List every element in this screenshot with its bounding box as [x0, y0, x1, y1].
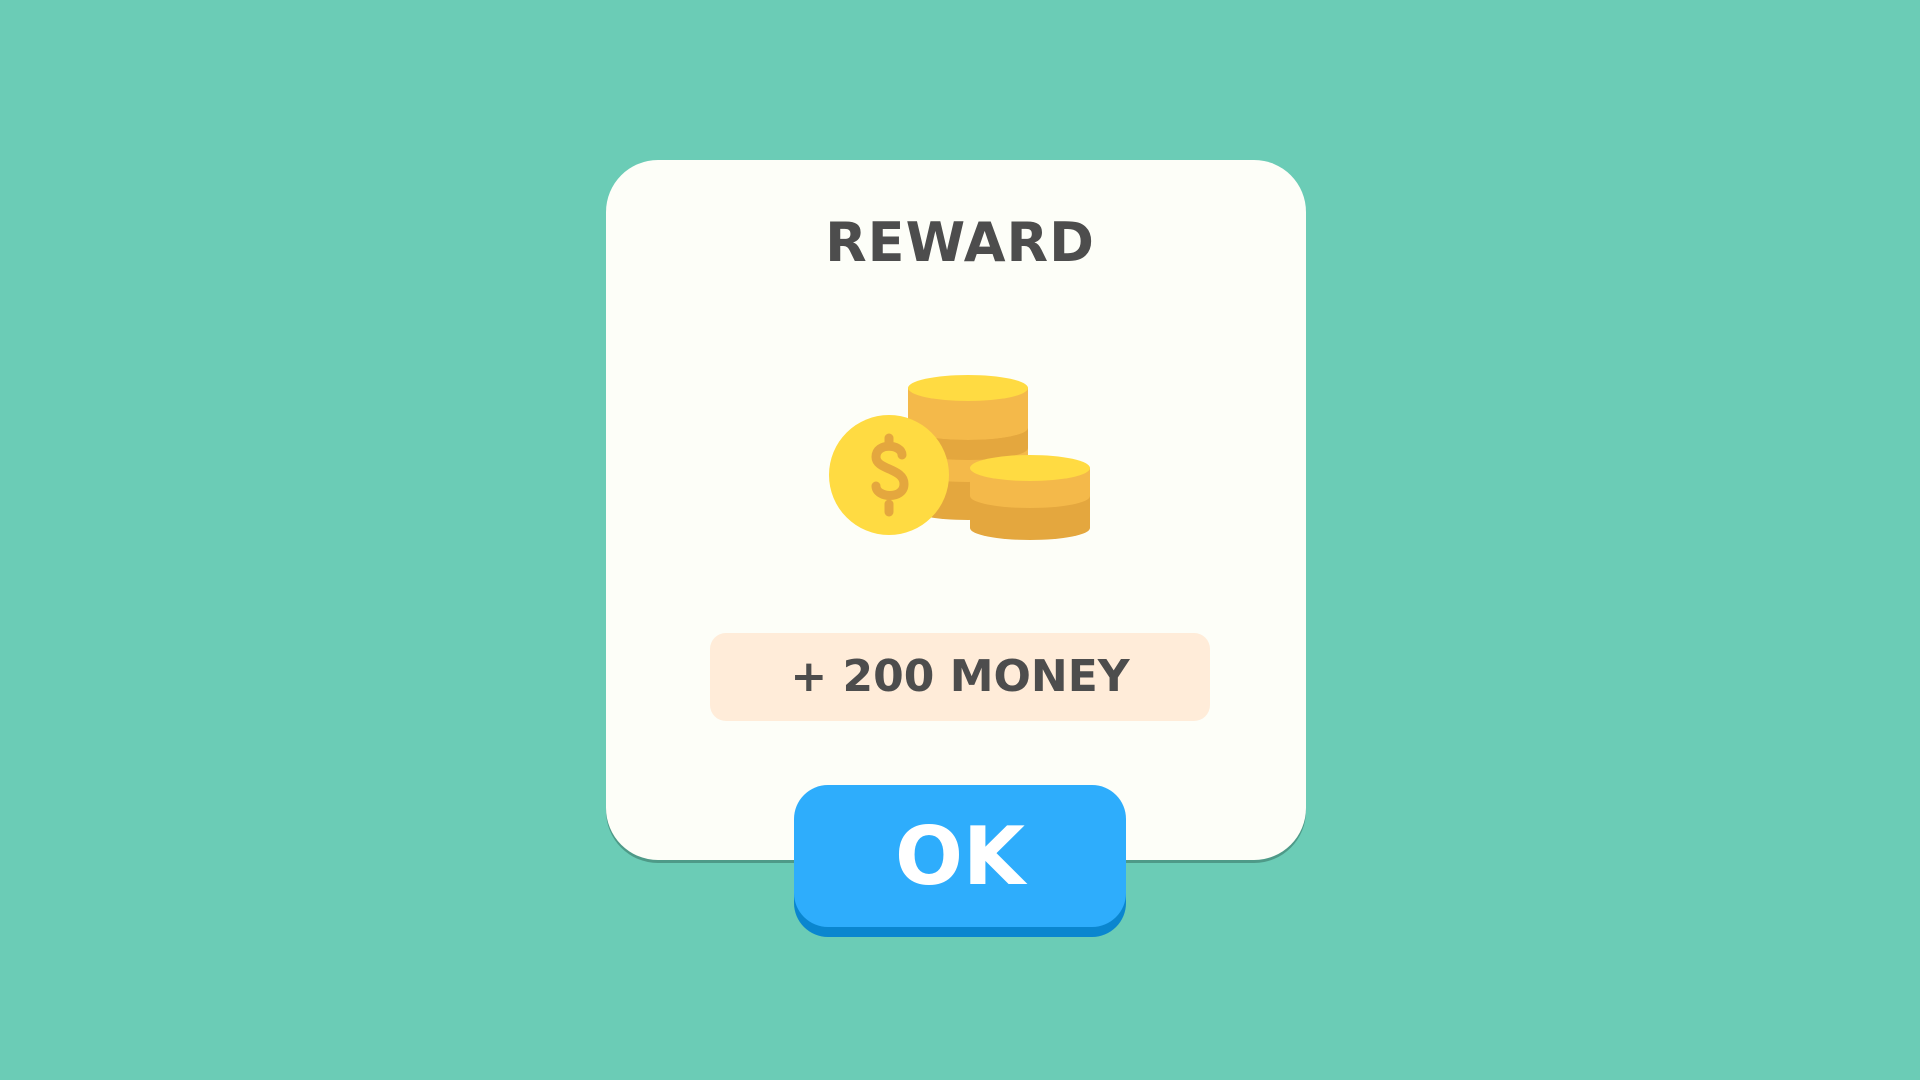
dialog-title: REWARD: [825, 211, 1095, 274]
game-screen: REWARD + 200 MONEY OK: [0, 0, 1920, 1080]
reward-amount-box: + 200 MONEY: [710, 633, 1210, 721]
ok-button-label: OK: [895, 810, 1025, 903]
coins-stack-icon: [829, 375, 1090, 540]
ok-button[interactable]: OK: [794, 785, 1126, 937]
reward-amount-label: + 200 MONEY: [790, 651, 1130, 702]
dollar-coin-icon: [829, 415, 949, 535]
front-coin-stack: [970, 455, 1090, 540]
